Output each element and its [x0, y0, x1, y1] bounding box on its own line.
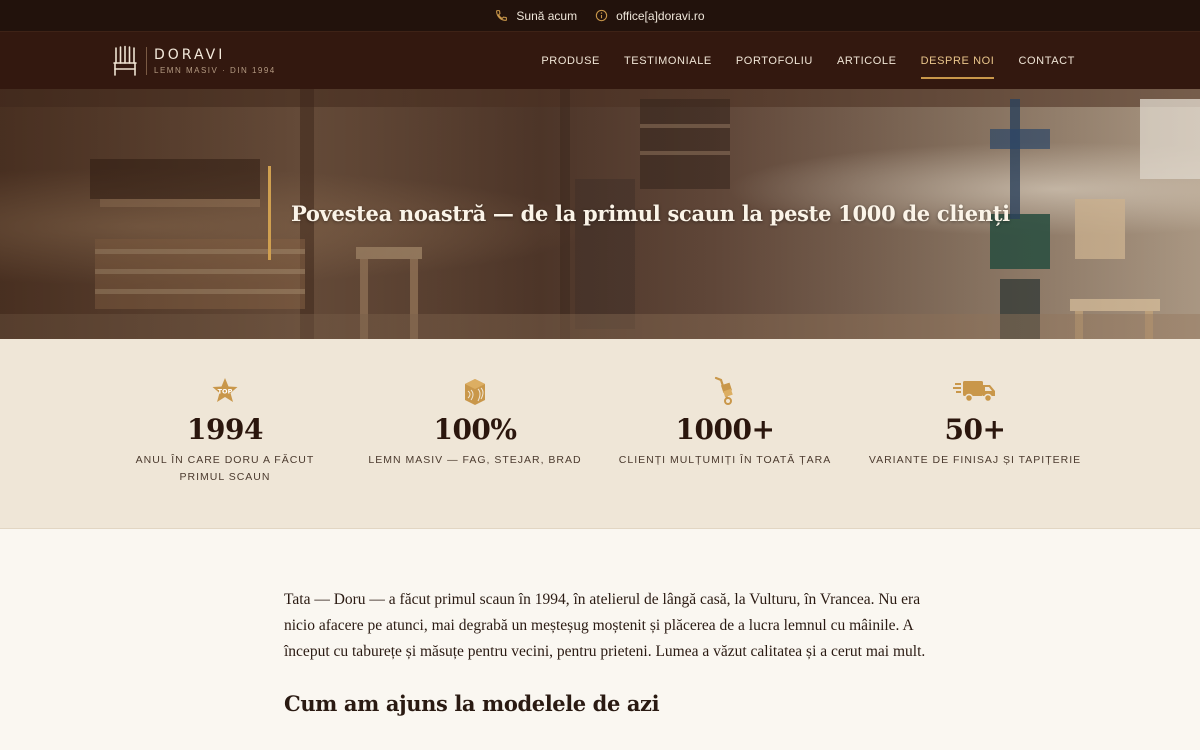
hero-title: Povestea noastră — de la primul scaun la…	[291, 200, 1010, 226]
stat-label: ANUL ÎN CARE DORU A FĂCUT PRIMUL SCAUN	[135, 454, 315, 483]
stat-item: 1000+ CLIENȚI MULȚUMIȚI ÎN TOATĂ ȚARA	[600, 375, 850, 528]
hero-banner: Povestea noastră — de la primul scaun la…	[0, 89, 1200, 339]
hero-title-block: Povestea noastră — de la primul scaun la…	[268, 166, 1010, 260]
nav-produse[interactable]: PRODUSE	[541, 49, 600, 73]
nav-despre-noi[interactable]: DESPRE NOI	[920, 49, 995, 79]
stats-section: TOP 1994 ANUL ÎN CARE DORU A FĂCUT PRIMU…	[0, 339, 1200, 529]
nav-contact[interactable]: CONTACT	[1018, 49, 1075, 73]
stat-item: 100% LEMN MASIV — FAG, STEJAR, BRAD	[350, 375, 600, 528]
brand-tagline: LEMN MASIV · DIN 1994	[154, 65, 276, 75]
delivery-truck-icon	[953, 381, 995, 403]
stat-value: 1994	[187, 413, 263, 446]
stat-item: TOP 1994 ANUL ÎN CARE DORU A FĂCUT PRIMU…	[100, 375, 350, 528]
top-badge-icon: TOP	[212, 378, 238, 402]
article-content: Tata — Doru — a făcut primul scaun în 19…	[0, 529, 940, 716]
brand-name: DORAVI	[154, 46, 226, 63]
site-header: DORAVI LEMN MASIV · DIN 1994 PRODUSE TES…	[0, 31, 1200, 89]
stat-item: 50+ VARIANTE DE FINISAJ ȘI TAPIȚERIE	[850, 375, 1100, 528]
call-now-link[interactable]: Sună acum	[495, 9, 577, 23]
hand-truck-icon	[714, 376, 733, 405]
stat-value: 100%	[433, 413, 517, 446]
nav-testimoniale[interactable]: TESTIMONIALE	[624, 49, 712, 73]
call-now-label: Sună acum	[516, 8, 578, 23]
stat-label: CLIENȚI MULȚUMIȚI ÎN TOATĂ ȚARA	[618, 454, 832, 466]
phone-icon	[496, 10, 508, 21]
stat-value: 50+	[944, 413, 1006, 446]
wood-block-icon	[465, 379, 485, 405]
nav-articole[interactable]: ARTICOLE	[837, 49, 897, 73]
main-nav: PRODUSE TESTIMONIALE PORTOFOLIU ARTICOLE…	[541, 49, 1075, 79]
svg-text:TOP: TOP	[218, 388, 233, 396]
info-icon	[595, 9, 608, 22]
section-heading: Cum am ajuns la modelele de azi	[284, 691, 660, 716]
email-link[interactable]: office[a]doravi.ro	[595, 9, 705, 23]
stat-label: VARIANTE DE FINISAJ ȘI TAPIȚERIE	[868, 454, 1082, 466]
top-contact-bar: Sună acum office[a]doravi.ro	[0, 0, 1200, 31]
email-label: office[a]doravi.ro	[616, 8, 705, 23]
stat-value: 1000+	[675, 413, 775, 446]
intro-paragraph: Tata — Doru — a făcut primul scaun în 19…	[284, 591, 926, 660]
brand-logo-link[interactable]: DORAVI LEMN MASIV · DIN 1994	[112, 45, 276, 77]
chair-logo-icon	[113, 45, 137, 76]
nav-portofoliu[interactable]: PORTOFOLIU	[736, 49, 813, 73]
stat-label: LEMN MASIV — FAG, STEJAR, BRAD	[368, 454, 582, 466]
